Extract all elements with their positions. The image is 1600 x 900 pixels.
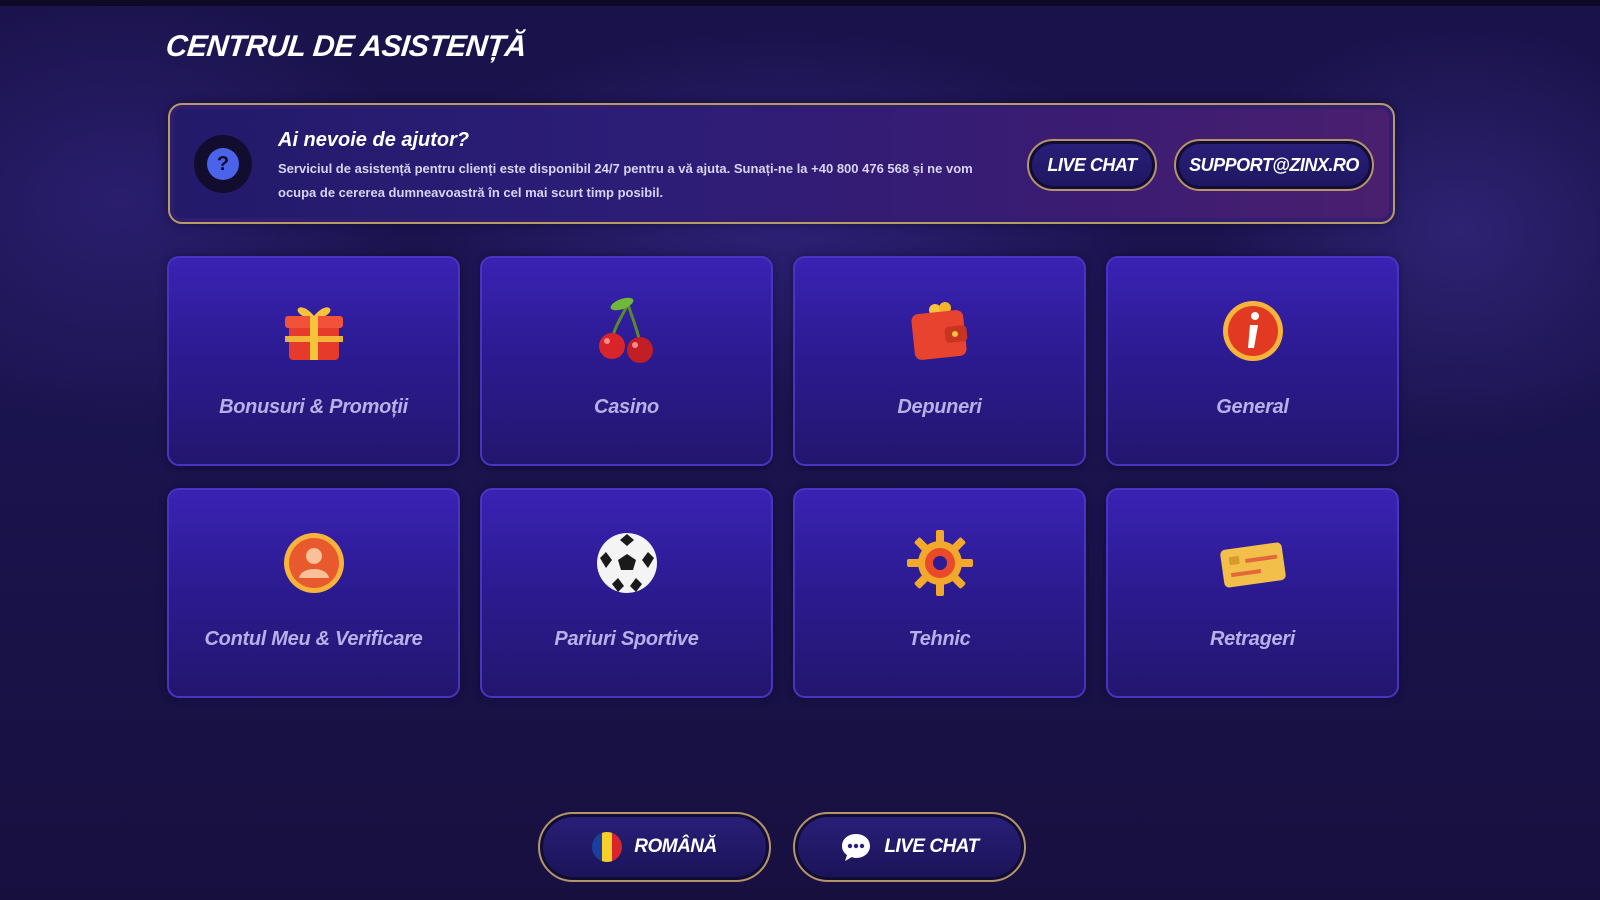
info-icon [1218, 296, 1288, 366]
help-heading: Ai nevoie de ajutor? [278, 129, 470, 151]
category-card-withdrawals[interactable]: Retrageri [1106, 488, 1399, 698]
cherries-icon [592, 296, 662, 366]
support-email-button[interactable]: SUPPORT@ZINX.RO [1174, 139, 1374, 191]
category-label: Depuneri [897, 396, 982, 418]
category-label: Casino [594, 396, 659, 418]
category-label: Bonusuri & Promoții [219, 396, 408, 418]
top-bar [0, 0, 1600, 6]
category-label: Tehnic [908, 628, 971, 650]
help-description: Serviciul de asistență pentru clienți es… [278, 161, 973, 200]
page-title: CENTRUL DE ASISTENȚĂ [164, 30, 528, 63]
category-label: Pariuri Sportive [554, 628, 699, 650]
chat-label: LIVE CHAT [884, 836, 979, 857]
live-chat-button[interactable]: LIVE CHAT [1027, 139, 1157, 191]
language-label: ROMÂNĂ [634, 836, 717, 857]
chat-bubble-icon [842, 834, 871, 861]
user-icon [279, 528, 349, 598]
category-label: Contul Meu & Verificare [204, 628, 423, 650]
category-card-deposits[interactable]: Depuneri [793, 256, 1086, 466]
language-selector-button[interactable]: ROMÂNĂ [538, 812, 771, 882]
wallet-icon [905, 296, 975, 366]
live-chat-footer-button[interactable]: LIVE CHAT [793, 812, 1026, 882]
category-card-general[interactable]: General [1106, 256, 1399, 466]
category-label: Retrageri [1209, 628, 1296, 650]
category-card-casino[interactable]: Casino [480, 256, 773, 466]
question-icon: ? [207, 148, 239, 180]
gear-icon [905, 528, 975, 598]
category-card-technical[interactable]: Tehnic [793, 488, 1086, 698]
soccer-ball-icon [592, 528, 662, 598]
category-card-bonuses[interactable]: Bonusuri & Promoții [167, 256, 460, 466]
category-card-sports-betting[interactable]: Pariuri Sportive [480, 488, 773, 698]
help-banner: ? Ai nevoie de ajutor? Serviciul de asis… [168, 103, 1395, 224]
gift-icon [279, 296, 349, 366]
category-label: General [1216, 396, 1289, 418]
help-icon-container: ? [194, 135, 252, 193]
category-card-account[interactable]: Contul Meu & Verificare [167, 488, 460, 698]
credit-card-icon [1218, 528, 1288, 598]
romania-flag-icon [592, 832, 623, 862]
